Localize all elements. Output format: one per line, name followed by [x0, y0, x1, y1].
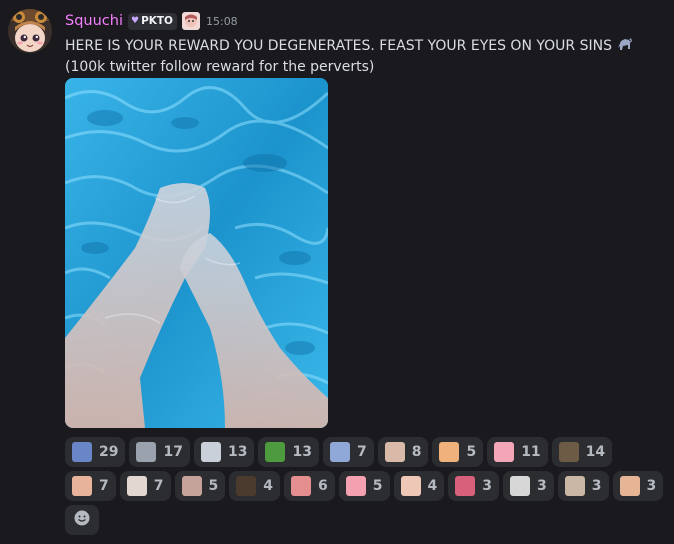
username[interactable]: Squuchi	[65, 13, 123, 29]
reaction-button[interactable]: 11	[487, 437, 548, 467]
reaction-count: 5	[372, 478, 383, 494]
reaction-button[interactable]: 7	[65, 471, 116, 501]
custom-emoji-pepe-icon	[265, 442, 286, 462]
custom-emoji-anime-icon	[384, 442, 405, 462]
reaction-count: 13	[292, 444, 312, 460]
custom-emoji-cat-3-icon	[564, 476, 585, 496]
custom-emoji-face-2-icon	[126, 476, 147, 496]
user-avatar[interactable]	[8, 9, 52, 53]
custom-emoji-lips-icon	[345, 476, 366, 496]
reaction-count: 7	[99, 478, 109, 494]
reaction-count: 4	[263, 478, 273, 494]
reaction-button[interactable]: 8	[377, 437, 429, 467]
reaction-count: 29	[99, 444, 119, 460]
reaction-button[interactable]: 29	[65, 437, 126, 467]
reaction-count: 13	[227, 444, 248, 460]
custom-emoji-face-3-icon	[181, 476, 202, 496]
reaction-button[interactable]: 3	[612, 471, 664, 501]
reaction-button[interactable]: 4	[393, 471, 445, 501]
reaction-button[interactable]: 4	[229, 471, 280, 501]
custom-emoji-cat-icon	[136, 442, 157, 462]
custom-emoji-cat-2-icon	[510, 476, 530, 496]
reaction-count: 8	[411, 444, 422, 460]
reaction-count: 7	[153, 478, 164, 494]
reaction-count: 17	[163, 444, 183, 460]
skeleton-horse-emoji-icon[interactable]	[615, 34, 635, 54]
heart-icon: ♥	[130, 16, 140, 26]
custom-emoji-cat-4-icon	[619, 476, 640, 496]
reaction-count: 3	[646, 478, 657, 494]
custom-emoji-face-1-icon	[72, 476, 92, 496]
custom-emoji-sword-icon	[329, 442, 350, 462]
role-badge-icon[interactable]	[181, 12, 200, 30]
custom-emoji-pink-icon	[494, 442, 515, 462]
message-text-line-1: HERE IS YOUR REWARD YOU DEGENERATES. FEA…	[65, 38, 612, 54]
reaction-button[interactable]: 3	[448, 471, 499, 501]
smiley-icon	[73, 509, 91, 531]
custom-emoji-tongue-icon	[291, 476, 311, 496]
reaction-button[interactable]: 7	[322, 437, 374, 467]
reaction-count: 11	[521, 444, 541, 460]
reaction-button[interactable]: 13	[193, 437, 255, 467]
custom-emoji-face-4-icon	[400, 476, 421, 496]
reaction-count: 6	[318, 478, 328, 494]
custom-emoji-dog-icon	[558, 442, 579, 462]
reaction-count: 5	[466, 444, 477, 460]
reaction-button[interactable]: 5	[174, 471, 226, 501]
custom-emoji-fox-icon	[439, 442, 460, 462]
message-text-line-2: (100k twitter follow reward for the perv…	[65, 59, 375, 75]
reaction-count: 3	[482, 478, 492, 494]
custom-emoji-girl-icon	[455, 476, 476, 496]
add-reaction-button[interactable]	[65, 505, 99, 535]
reaction-button[interactable]: 5	[338, 471, 390, 501]
reaction-button[interactable]: 3	[503, 471, 554, 501]
message-content: HERE IS YOUR REWARD YOU DEGENERATES. FEA…	[65, 34, 665, 78]
reaction-count: 5	[208, 478, 219, 494]
reaction-button[interactable]: 6	[284, 471, 335, 501]
reaction-button[interactable]: 17	[129, 437, 190, 467]
reaction-button[interactable]: 5	[432, 437, 484, 467]
server-tag-label: PKTO	[141, 15, 173, 27]
custom-emoji-hole-icon	[236, 476, 257, 496]
reaction-count: 7	[356, 444, 367, 460]
custom-emoji-ninja-icon	[72, 442, 92, 462]
message-header: Squuchi ♥ PKTO 15:08	[65, 11, 238, 31]
custom-emoji-glasses-icon	[200, 442, 221, 462]
reaction-count: 4	[427, 478, 438, 494]
reaction-button[interactable]: 3	[557, 471, 609, 501]
reaction-button[interactable]: 13	[258, 437, 319, 467]
message-image-attachment[interactable]	[65, 78, 328, 428]
reaction-button[interactable]: 7	[119, 471, 171, 501]
reaction-count: 3	[591, 478, 602, 494]
reaction-count: 14	[585, 444, 606, 460]
reaction-count: 3	[537, 478, 547, 494]
reactions-bar: 29 17 13 13 7 8 5 11 14 7 7 5 4 6 5 4 3 …	[65, 437, 665, 535]
reaction-button[interactable]: 14	[551, 437, 613, 467]
server-tag[interactable]: ♥ PKTO	[127, 12, 177, 30]
message-timestamp[interactable]: 15:08	[206, 15, 238, 28]
